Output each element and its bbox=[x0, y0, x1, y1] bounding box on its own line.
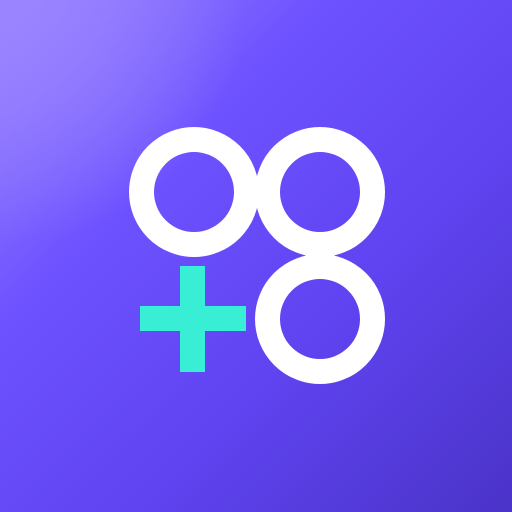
logo-mark bbox=[129, 127, 385, 384]
plus-icon bbox=[140, 266, 246, 372]
circle-icon-top-right bbox=[255, 127, 385, 257]
app-icon bbox=[0, 0, 512, 512]
circle-icon-top-left bbox=[129, 127, 259, 257]
circle-icon-bottom-right bbox=[255, 254, 385, 384]
